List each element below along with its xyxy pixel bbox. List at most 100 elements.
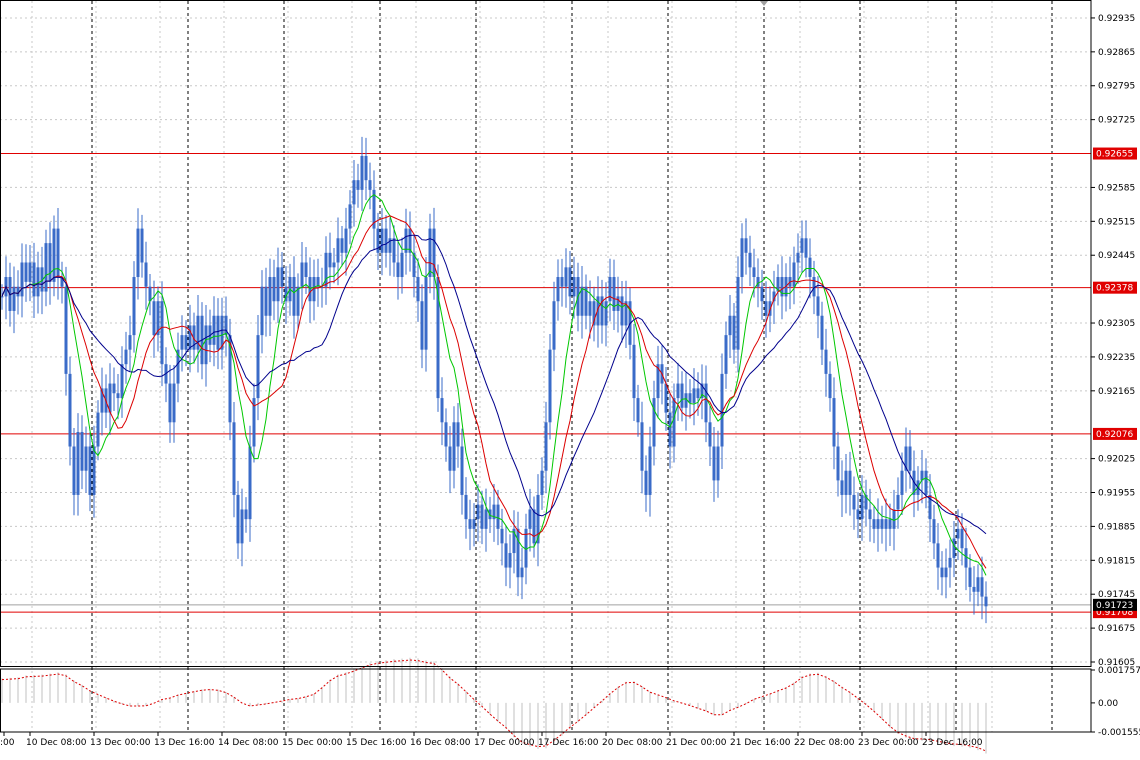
candle-body bbox=[932, 519, 936, 544]
x-tick-label: 15 Dec 16:00 bbox=[346, 738, 407, 748]
candle-body bbox=[112, 383, 116, 394]
candle-body bbox=[368, 180, 372, 190]
candle-body bbox=[924, 470, 928, 495]
candle-body bbox=[244, 509, 248, 520]
y-tick-label: 0.92305 bbox=[1098, 319, 1135, 329]
price-chart[interactable]: 0.92935 0.92865 0.92795 0.92725 0.92585 0.925… bbox=[0, 0, 1140, 756]
x-tick-label: 13 Dec 00:00 bbox=[90, 738, 151, 748]
candle-body bbox=[236, 494, 240, 544]
candle-body bbox=[736, 277, 740, 350]
candle-body bbox=[556, 277, 560, 302]
candle-body bbox=[708, 422, 712, 447]
candle-body bbox=[136, 228, 140, 278]
x-tick-label: 17 Dec 00:00 bbox=[474, 738, 535, 748]
candle-body bbox=[88, 446, 92, 495]
candle-body bbox=[84, 446, 88, 471]
candle-body bbox=[444, 422, 448, 447]
candle-body bbox=[92, 446, 96, 495]
candle-body bbox=[80, 431, 84, 471]
candle-body bbox=[216, 315, 220, 350]
x-tick-label: 16 Dec 08:00 bbox=[410, 738, 471, 748]
osc-tick-label: -0.001555 bbox=[1098, 728, 1140, 738]
candle-body bbox=[272, 277, 276, 302]
candle-body bbox=[972, 586, 976, 592]
candle-body bbox=[936, 543, 940, 568]
candle-body bbox=[476, 504, 480, 520]
candle-body bbox=[892, 509, 896, 529]
candle-body bbox=[984, 596, 988, 607]
candle-body bbox=[52, 228, 56, 282]
y-tick-label: 0.92865 bbox=[1098, 48, 1135, 58]
candle-body bbox=[852, 494, 856, 510]
candle-body bbox=[956, 528, 960, 539]
candle-body bbox=[948, 557, 952, 568]
candle-body bbox=[648, 446, 652, 495]
y-tick-label: 0.92935 bbox=[1098, 14, 1135, 24]
candle-body bbox=[640, 422, 644, 471]
candle-body bbox=[212, 315, 216, 345]
candle-body bbox=[680, 383, 684, 408]
candle-body bbox=[348, 204, 352, 229]
y-tick-label: 0.92165 bbox=[1098, 387, 1135, 397]
candle-body bbox=[172, 383, 176, 423]
candle-body bbox=[300, 262, 304, 287]
candle-body bbox=[552, 301, 556, 350]
candle-body bbox=[152, 301, 156, 336]
candle-body bbox=[204, 325, 208, 365]
candle-body bbox=[376, 228, 380, 253]
candle-body bbox=[820, 315, 824, 350]
x-tick-label: :00 bbox=[0, 738, 15, 748]
candle-body bbox=[256, 335, 260, 399]
candle-body bbox=[184, 335, 188, 350]
candle-body bbox=[804, 238, 808, 258]
candle-body bbox=[180, 335, 184, 350]
x-tick-label: 21 Dec 00:00 bbox=[666, 738, 727, 748]
candle-body bbox=[44, 243, 48, 292]
candle-body bbox=[76, 431, 80, 495]
y-tick-label: 0.92795 bbox=[1098, 82, 1135, 92]
candle-body bbox=[968, 567, 972, 587]
candle-body bbox=[940, 567, 944, 578]
candle-body bbox=[740, 238, 744, 278]
candle-body bbox=[548, 349, 552, 423]
candle-body bbox=[496, 504, 500, 529]
candle-body bbox=[836, 446, 840, 481]
candle-body bbox=[120, 364, 124, 399]
candle-body bbox=[844, 470, 848, 495]
candle-body bbox=[48, 243, 52, 282]
candle-body bbox=[28, 262, 32, 282]
candle-body bbox=[264, 286, 268, 316]
candle-body bbox=[364, 155, 368, 181]
candle-body bbox=[676, 383, 680, 399]
x-tick-label: 10 Dec 08:00 bbox=[26, 738, 87, 748]
chart-root: 0.92935 0.92865 0.92795 0.92725 0.92585 0.925… bbox=[0, 0, 1140, 756]
level-tag-label: 0.92378 bbox=[1096, 284, 1133, 294]
candle-body bbox=[896, 494, 900, 510]
candle-body bbox=[876, 519, 880, 529]
y-tick-label: 0.92515 bbox=[1098, 217, 1135, 227]
candle-body bbox=[24, 262, 28, 282]
candle-body bbox=[832, 398, 836, 447]
candle-body bbox=[532, 509, 536, 544]
candle-body bbox=[468, 519, 472, 529]
candle-body bbox=[856, 509, 860, 520]
osc-tick-label: 0.00 bbox=[1098, 699, 1118, 709]
x-tick-label: 14 Dec 08:00 bbox=[218, 738, 279, 748]
candle-body bbox=[748, 252, 752, 268]
candle-body bbox=[128, 335, 132, 350]
candle-body bbox=[116, 393, 120, 399]
candle-body bbox=[356, 180, 360, 190]
candle-body bbox=[420, 301, 424, 350]
candle-body bbox=[248, 446, 252, 520]
candle-body bbox=[604, 301, 608, 326]
candle-body bbox=[696, 388, 700, 399]
candle-body bbox=[276, 267, 280, 302]
candle-body bbox=[260, 286, 264, 336]
candle-body bbox=[332, 262, 336, 268]
candle-body bbox=[424, 277, 428, 350]
candle-body bbox=[240, 509, 244, 544]
candle-body bbox=[644, 470, 648, 495]
candle-body bbox=[360, 155, 364, 190]
candle-body bbox=[392, 238, 396, 263]
candle-body bbox=[160, 301, 164, 365]
